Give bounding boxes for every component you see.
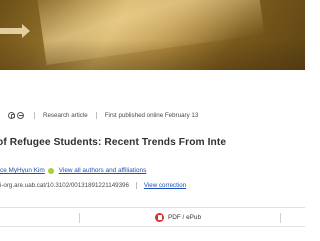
banner-shadow [0, 40, 305, 70]
article-type: Research article [43, 111, 88, 119]
article-action-bar: PDF / ePub [0, 207, 305, 227]
meta-separator [95, 111, 97, 119]
open-access-icon [8, 111, 15, 119]
doi-separator [135, 182, 137, 189]
pdf-icon [155, 213, 164, 222]
author-line: ce MyHyun Kim View all authors and affil… [0, 167, 146, 174]
orcid-icon[interactable] [47, 167, 54, 174]
author-link[interactable]: ce MyHyun Kim [0, 167, 45, 174]
banner-arrow-icon [0, 24, 30, 38]
article-title: of Refugee Students: Recent Trends From … [0, 137, 305, 148]
pdf-epub-label: PDF / ePub [168, 214, 202, 221]
journal-banner [0, 0, 305, 70]
doi-text[interactable]: i-org.are.uab.cat/10.3102/00131891221149… [0, 182, 129, 189]
action-divider [280, 213, 281, 223]
meta-separator [34, 111, 35, 119]
view-all-authors-link[interactable]: View all authors and affiliations [59, 167, 147, 174]
doi-row: i-org.are.uab.cat/10.3102/00131891221149… [0, 182, 305, 189]
publication-date: First published online February 13 [104, 111, 199, 119]
article-title-text: of Refugee Students: Recent Trends From … [0, 137, 227, 148]
article-page: Research article First published online … [0, 0, 305, 241]
view-correction-link[interactable]: View correction [144, 182, 186, 189]
action-divider [79, 213, 80, 223]
creative-commons-icon [17, 111, 24, 119]
article-meta-row: Research article First published online … [0, 108, 305, 122]
pdf-epub-button[interactable]: PDF / ePub [155, 211, 201, 224]
